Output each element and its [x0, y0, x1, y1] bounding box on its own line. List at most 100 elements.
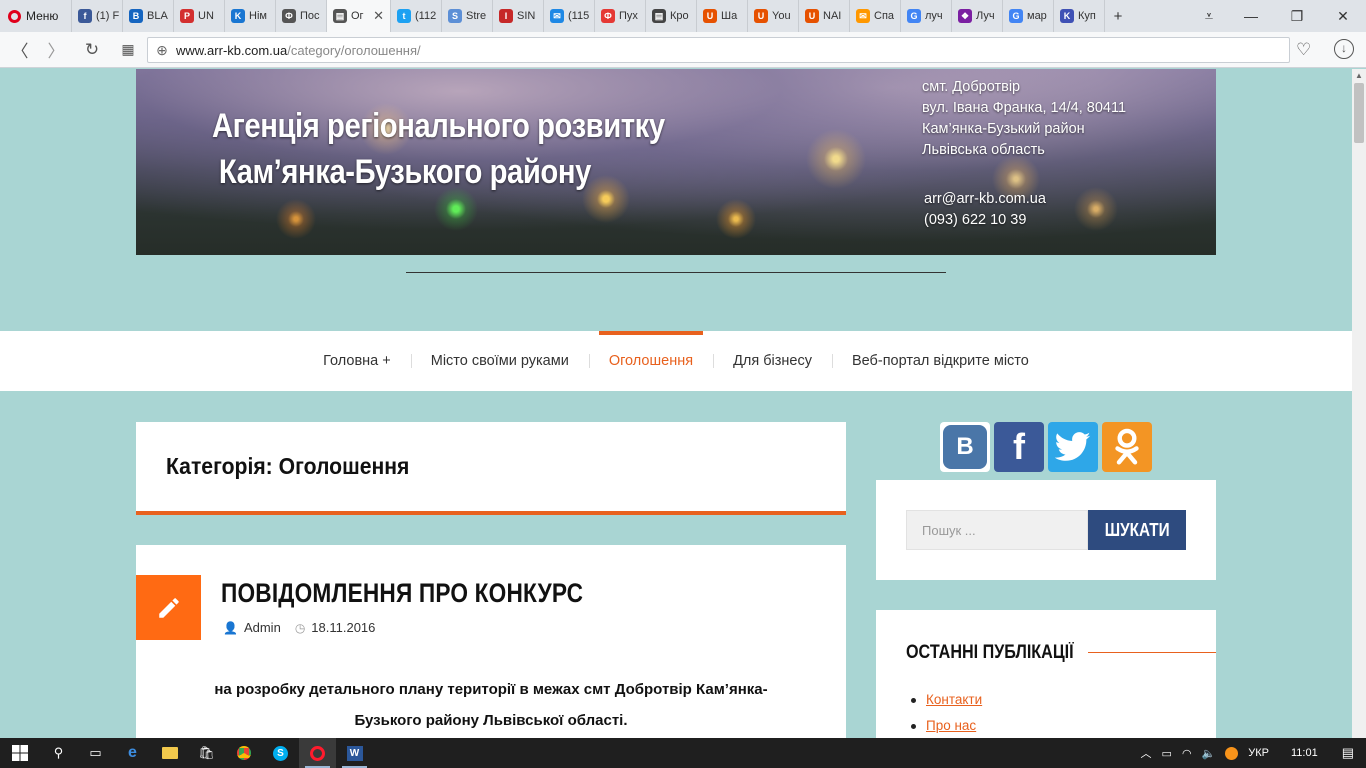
- app-tray-icon[interactable]: [1225, 746, 1239, 760]
- vertical-scrollbar[interactable]: ▲: [1352, 69, 1366, 738]
- post-date[interactable]: 18.11.2016: [311, 620, 375, 635]
- browser-tab[interactable]: U You: [748, 0, 799, 32]
- browser-tab[interactable]: ❖ Луч: [952, 0, 1003, 32]
- twitter-bird-svg: [1055, 432, 1091, 461]
- tab-label: Пух: [619, 10, 638, 22]
- browser-tab[interactable]: f (1) F: [72, 0, 123, 32]
- post-author[interactable]: Admin: [244, 620, 281, 635]
- store-icon[interactable]: 🛍: [188, 738, 225, 768]
- browser-tab[interactable]: t (112: [391, 0, 442, 32]
- nav-item-open-city-portal[interactable]: Веб-портал відкрите місто: [831, 331, 1049, 391]
- tab-favicon-icon: S: [448, 9, 462, 23]
- browser-tab[interactable]: Gлуч: [901, 0, 952, 32]
- site-title-line-2: Кам’янка-Бузького району: [218, 153, 591, 191]
- post-excerpt-line: на розробку детального плану території в…: [214, 681, 768, 698]
- action-center-icon[interactable]: ▤: [1342, 745, 1354, 761]
- browser-tab[interactable]: I SIN: [493, 0, 544, 32]
- speed-dial-grid-icon[interactable]: ▦: [110, 32, 146, 68]
- tab-label: Кро: [670, 10, 689, 22]
- recent-post-link[interactable]: Про нас: [926, 718, 976, 733]
- tab-favicon-icon: P: [180, 9, 194, 23]
- browser-tab[interactable]: S Stre: [442, 0, 493, 32]
- odnoklassniki-icon[interactable]: [1102, 422, 1152, 472]
- browser-tab[interactable]: ✉ (115: [544, 0, 595, 32]
- browser-tab[interactable]: Ф Пос: [276, 0, 327, 32]
- task-view-icon[interactable]: ▭: [77, 738, 114, 768]
- user-icon: 👤: [223, 620, 238, 635]
- facebook-icon[interactable]: f: [994, 422, 1044, 472]
- skype-icon[interactable]: S: [262, 738, 299, 768]
- edge-icon[interactable]: e: [114, 738, 151, 768]
- volume-icon[interactable]: 🔈: [1202, 747, 1216, 760]
- browser-tab[interactable]: K Куп: [1054, 0, 1105, 32]
- windows-start-icon[interactable]: [0, 738, 40, 768]
- chrome-icon[interactable]: [225, 738, 262, 768]
- browser-tab[interactable]: U Ша: [697, 0, 748, 32]
- back-button[interactable]: 〈: [2, 32, 38, 68]
- tab-menu-icon[interactable]: ⩡: [1190, 0, 1228, 32]
- browser-tab[interactable]: ✉ Спа: [850, 0, 901, 32]
- browser-tab[interactable]: K Нім: [225, 0, 276, 32]
- opera-logo-icon: [8, 9, 21, 23]
- recent-post-link[interactable]: Контакти: [926, 692, 982, 707]
- opera-taskbar-icon[interactable]: [299, 738, 336, 768]
- globe-icon: ⊕: [156, 41, 168, 58]
- nav-item-announcements[interactable]: Оголошення: [588, 331, 713, 391]
- site-title[interactable]: Агенція регіонального розвитку Кам’янка-…: [212, 103, 665, 195]
- tab-favicon-icon: I: [499, 9, 513, 23]
- nav-item-business[interactable]: Для бізнесу: [713, 331, 832, 391]
- close-window-button[interactable]: ✕: [1320, 0, 1366, 32]
- clock[interactable]: 11:01: [1291, 747, 1318, 759]
- social-links: B f: [940, 422, 1152, 472]
- vk-icon[interactable]: B: [940, 422, 990, 472]
- recent-posts-list: Контакти Про нас: [910, 687, 982, 738]
- list-item: Про нас: [910, 713, 982, 738]
- tab-favicon-icon: K: [231, 9, 245, 23]
- tab-close-icon[interactable]: ✕: [373, 8, 384, 24]
- bookmark-heart-icon[interactable]: ♡: [1296, 40, 1311, 60]
- tab-favicon-icon: ▤: [333, 9, 347, 23]
- word-icon[interactable]: W: [336, 738, 373, 768]
- tab-favicon-icon: U: [805, 9, 819, 23]
- facebook-glyph: f: [1013, 426, 1025, 467]
- battery-icon[interactable]: ▭: [1162, 747, 1172, 760]
- address-line: Львівська область: [922, 142, 1045, 158]
- browser-tab[interactable]: ▤ Кро: [646, 0, 697, 32]
- browser-tab[interactable]: B BLA: [123, 0, 174, 32]
- minimize-button[interactable]: —: [1228, 0, 1274, 32]
- wifi-icon[interactable]: ◠: [1182, 747, 1192, 760]
- reload-button[interactable]: ↻: [74, 32, 110, 68]
- show-hidden-icons-icon[interactable]: ︿: [1141, 745, 1152, 761]
- tab-label: Stre: [466, 10, 487, 22]
- opera-menu-label: Меню: [26, 9, 59, 23]
- tab-label: (115: [568, 10, 590, 22]
- post-meta: 👤 Admin ◷ 18.11.2016: [223, 620, 375, 635]
- browser-tab[interactable]: P UN: [174, 0, 225, 32]
- address-line: вул. Івана Франка, 14/4, 80411: [922, 100, 1127, 116]
- post-title-link[interactable]: ПОВІДОМЛЕННЯ ПРО КОНКУРС: [221, 578, 583, 609]
- search-icon[interactable]: ⚲: [40, 738, 77, 768]
- tab-favicon-icon: t: [397, 9, 411, 23]
- url-field[interactable]: ⊕ www.arr-kb.com.ua/category/оголошення/: [147, 37, 1290, 63]
- browser-tab[interactable]: U NAI: [799, 0, 850, 32]
- download-icon[interactable]: ↓: [1334, 39, 1354, 59]
- search-button[interactable]: ШУКАТИ: [1088, 510, 1186, 550]
- opera-menu-button[interactable]: Меню: [0, 0, 72, 32]
- forward-button[interactable]: 〉: [38, 32, 74, 68]
- file-explorer-icon[interactable]: [151, 738, 188, 768]
- nav-item-city-diy[interactable]: Місто своїми руками: [410, 331, 589, 391]
- browser-tab[interactable]: ▤ Ог ✕: [327, 0, 391, 32]
- tab-favicon-icon: B: [129, 9, 143, 23]
- post-card: ПОВІДОМЛЕННЯ ПРО КОНКУРС 👤 Admin ◷ 18.11…: [136, 545, 846, 738]
- browser-tab[interactable]: Gмар: [1003, 0, 1054, 32]
- scroll-up-arrow-icon[interactable]: ▲: [1352, 69, 1366, 83]
- maximize-button[interactable]: ❐: [1274, 0, 1320, 32]
- new-tab-button[interactable]: +: [1105, 0, 1131, 32]
- scroll-thumb[interactable]: [1354, 83, 1364, 143]
- language-indicator[interactable]: УКР: [1248, 747, 1269, 759]
- tab-label: Ог: [351, 10, 364, 22]
- nav-item-home[interactable]: Головна +: [303, 331, 411, 391]
- twitter-icon[interactable]: [1048, 422, 1098, 472]
- search-input[interactable]: Пошук ...: [906, 510, 1088, 550]
- browser-tab[interactable]: Ф Пух: [595, 0, 646, 32]
